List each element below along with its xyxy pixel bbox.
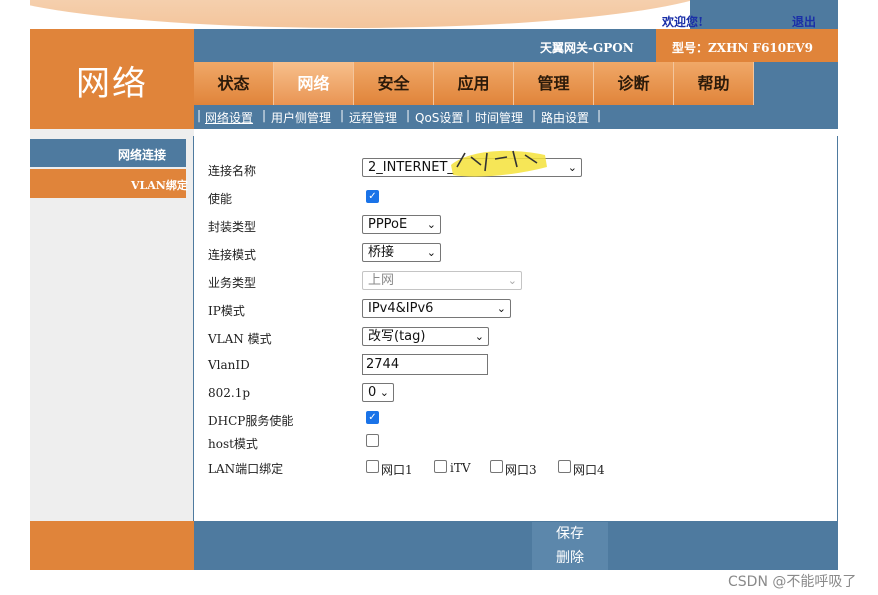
sidebar-item-label: VLAN绑定 (131, 179, 188, 192)
dot1p-label: 802.1p (208, 386, 251, 400)
scribble-overlay (451, 150, 547, 177)
port-itv-label: iTV (450, 461, 471, 475)
top-banner (30, 0, 838, 29)
port-itv-checkbox[interactable] (434, 460, 447, 473)
lan-bind-label: LAN端口绑定 (208, 462, 284, 476)
vlan-mode-value: 改写(tag) (368, 329, 426, 344)
watermark: CSDN @不能呼吸了 (728, 574, 857, 590)
ip-mode-label: IP模式 (208, 304, 245, 318)
port-3-checkbox[interactable] (490, 460, 503, 473)
footer-left (30, 521, 194, 570)
dot1p-value: 0 (368, 385, 377, 400)
subnav-remote[interactable]: 远程管理 (349, 109, 397, 126)
service-label: 业务类型 (208, 276, 257, 290)
connection-name-label: 连接名称 (208, 164, 257, 178)
subnav-separator: | (406, 108, 411, 122)
service-value: 上网 (368, 273, 395, 288)
conn-mode-value: 桥接 (368, 245, 395, 260)
subnav-separator: | (197, 108, 202, 122)
chevron-down-icon: ⌄ (496, 302, 506, 315)
ip-mode-value: IPv4&IPv6 (368, 301, 434, 316)
encap-value: PPPoE (368, 217, 408, 232)
dhcp-checkbox[interactable]: ✓ (366, 411, 379, 424)
chevron-down-icon: ⌄ (474, 330, 484, 343)
enable-checkbox[interactable]: ✓ (366, 190, 379, 203)
save-button[interactable]: 保存 (532, 522, 608, 546)
port-1-checkbox[interactable] (366, 460, 379, 473)
port-4-checkbox[interactable] (558, 460, 571, 473)
vlanid-label: VlanID (208, 358, 250, 372)
tab-application[interactable]: 应用 (434, 62, 514, 105)
dhcp-label: DHCP服务使能 (208, 414, 294, 428)
subnav-separator: | (597, 108, 602, 122)
tab-management[interactable]: 管理 (514, 62, 594, 105)
enable-label: 使能 (208, 192, 233, 206)
port-4-label: 网口4 (573, 463, 605, 477)
subnav-routing[interactable]: 路由设置 (541, 109, 589, 126)
subnav-separator: | (532, 108, 537, 122)
subnav-network-settings[interactable]: 网络设置 (205, 109, 253, 126)
port-1-label: 网口1 (381, 463, 413, 477)
subnav-time[interactable]: 时间管理 (475, 109, 523, 126)
vlan-mode-select[interactable]: 改写(tag) ⌄ (362, 327, 489, 346)
vlan-mode-label: VLAN 模式 (208, 332, 272, 346)
chevron-down-icon: ⌄ (426, 218, 436, 231)
conn-mode-label: 连接模式 (208, 248, 257, 262)
chevron-down-icon: ⌄ (567, 161, 577, 174)
chevron-down-icon: ⌄ (379, 386, 389, 399)
subnav-separator: | (466, 108, 471, 122)
host-mode-label: host模式 (208, 437, 258, 451)
footer-bar (194, 521, 838, 570)
ip-mode-select[interactable]: IPv4&IPv6 ⌄ (362, 299, 511, 318)
sidebar-item-label: 网络连接 (118, 148, 167, 162)
subnav-qos[interactable]: QoS设置 (415, 109, 463, 126)
subnav-separator: | (262, 108, 267, 122)
service-select: 上网 ⌄ (362, 271, 522, 290)
tab-help[interactable]: 帮助 (674, 62, 754, 105)
tab-diagnosis[interactable]: 诊断 (594, 62, 674, 105)
port-3-label: 网口3 (505, 463, 537, 477)
tab-network[interactable]: 网络 (274, 62, 354, 105)
gateway-name: 天翼网关-GPON (540, 41, 634, 55)
delete-button[interactable]: 删除 (532, 546, 608, 570)
subnav-separator: | (340, 108, 345, 122)
logout-link[interactable]: 退出 (792, 13, 816, 30)
section-logo: 网络 (76, 64, 148, 104)
encap-label: 封装类型 (208, 220, 257, 234)
conn-mode-select[interactable]: 桥接 ⌄ (362, 243, 441, 262)
tab-security[interactable]: 安全 (354, 62, 434, 105)
host-mode-checkbox[interactable] (366, 434, 379, 447)
dot1p-select[interactable]: 0 ⌄ (362, 383, 394, 402)
model-label: 型号：ZXHN F610EV9 (672, 41, 813, 55)
chevron-down-icon: ⌄ (426, 246, 436, 259)
chevron-down-icon: ⌄ (507, 274, 517, 287)
encap-select[interactable]: PPPoE ⌄ (362, 215, 441, 234)
tab-status[interactable]: 状态 (194, 62, 274, 105)
connection-name-value: 2_INTERNET_ (368, 160, 454, 175)
welcome-text: 欢迎您! (662, 15, 704, 29)
subnav-user-side[interactable]: 用户侧管理 (271, 109, 331, 126)
vlanid-input[interactable]: 2744 (362, 354, 488, 375)
